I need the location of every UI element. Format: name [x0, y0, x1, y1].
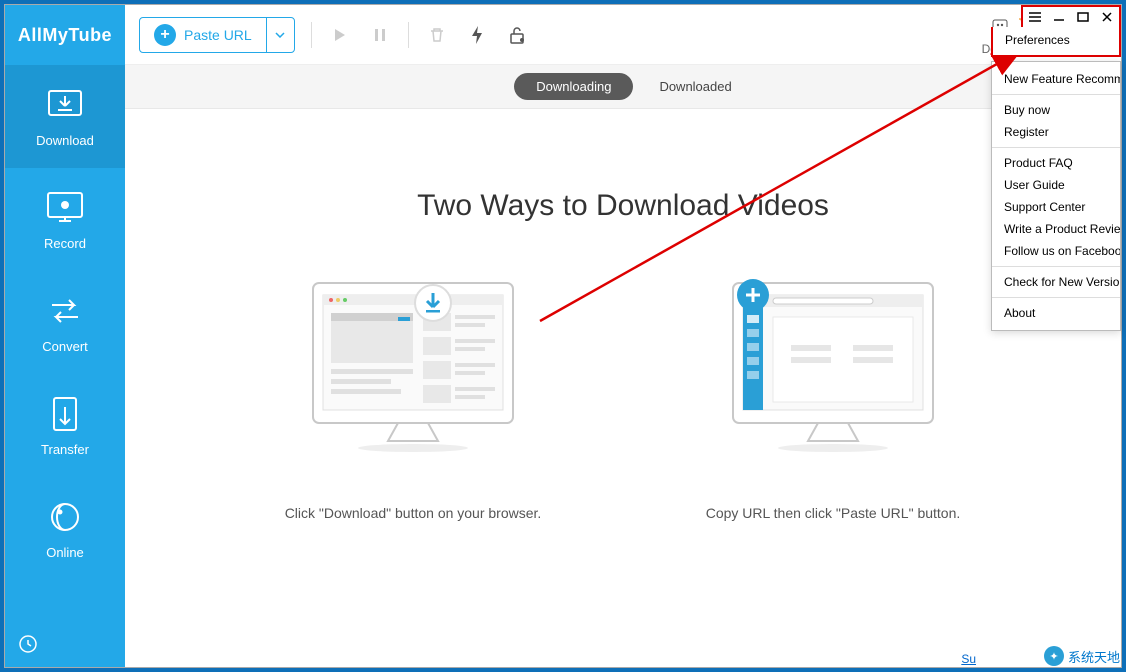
menu-item-preferences[interactable]: Preferences — [991, 27, 1121, 57]
menu-separator — [992, 297, 1120, 298]
minimize-button[interactable] — [1051, 9, 1067, 25]
sidebar-item-label: Convert — [42, 339, 88, 354]
illustration-paste — [703, 273, 963, 473]
headline: Two Ways to Download Videos — [417, 189, 829, 223]
toolbar: + Paste URL — [125, 5, 1121, 65]
menu-item[interactable]: Buy now — [992, 99, 1120, 121]
sidebar-footer — [5, 621, 125, 667]
main-body: Two Ways to Download Videos — [125, 109, 1121, 667]
paste-url-dropdown[interactable] — [266, 18, 294, 52]
way-2-caption: Copy URL then click "Paste URL" button. — [706, 503, 961, 524]
menu-item[interactable]: Follow us on Facebook — [992, 240, 1120, 262]
way-1: Click "Download" button on your browser. — [263, 273, 563, 524]
menu-item[interactable]: About — [992, 302, 1120, 324]
window-controls-highlight — [1021, 5, 1121, 29]
menu-item[interactable]: Register — [992, 121, 1120, 143]
download-icon — [47, 87, 83, 123]
app-brand: AllMyTube — [5, 5, 125, 65]
tab-bar: Downloading Downloaded — [125, 65, 1121, 109]
online-icon — [47, 499, 83, 535]
convert-icon — [47, 293, 83, 329]
transfer-icon — [47, 396, 83, 432]
sidebar-item-label: Download — [36, 133, 94, 148]
pause-icon[interactable] — [368, 23, 392, 47]
menu-separator — [992, 266, 1120, 267]
menu-item[interactable]: New Feature Recommend — [992, 68, 1120, 90]
context-menu: New Feature Recommend Buy now Register P… — [991, 61, 1121, 331]
clock-icon[interactable] — [19, 635, 111, 653]
watermark-text: 系统天地 — [1068, 647, 1120, 666]
paste-url-button[interactable]: + Paste URL — [139, 17, 295, 53]
plus-icon: + — [154, 24, 176, 46]
sidebar-item-label: Transfer — [41, 442, 89, 457]
menu-item[interactable]: Support Center — [992, 196, 1120, 218]
content-area: + Paste URL — [125, 5, 1121, 667]
tab-downloading[interactable]: Downloading — [514, 73, 633, 100]
way-2: Copy URL then click "Paste URL" button. — [683, 273, 983, 524]
menu-item[interactable]: Check for New Version — [992, 271, 1120, 293]
sidebar-item-download[interactable]: Download — [5, 65, 125, 168]
menu-item[interactable]: Product FAQ — [992, 152, 1120, 174]
tab-downloaded[interactable]: Downloaded — [659, 79, 731, 94]
su-link: Su — [961, 652, 976, 666]
hamburger-icon[interactable] — [1027, 9, 1043, 25]
sidebar-item-record[interactable]: Record — [5, 168, 125, 271]
sidebar: AllMyTube Download Record Convert — [5, 5, 125, 667]
play-icon[interactable] — [328, 23, 352, 47]
record-icon — [47, 190, 83, 226]
sidebar-item-online[interactable]: Online — [5, 477, 125, 580]
divider — [311, 22, 312, 48]
sidebar-item-convert[interactable]: Convert — [5, 271, 125, 374]
divider — [408, 22, 409, 48]
maximize-button[interactable] — [1075, 9, 1091, 25]
paste-url-label: Paste URL — [184, 27, 252, 43]
trash-icon[interactable] — [425, 23, 449, 47]
menu-separator — [992, 147, 1120, 148]
globe-icon: ✦ — [1044, 646, 1064, 666]
sidebar-item-label: Online — [46, 545, 84, 560]
lock-icon[interactable] — [505, 23, 529, 47]
watermark: ✦ 系统天地 — [1044, 646, 1120, 666]
sidebar-item-label: Record — [44, 236, 86, 251]
menu-separator — [992, 94, 1120, 95]
close-button[interactable] — [1099, 9, 1115, 25]
lightning-icon[interactable] — [465, 23, 489, 47]
way-1-caption: Click "Download" button on your browser. — [285, 503, 542, 524]
sidebar-item-transfer[interactable]: Transfer — [5, 374, 125, 477]
menu-item[interactable]: User Guide — [992, 174, 1120, 196]
illustration-download — [283, 273, 543, 473]
menu-item[interactable]: Write a Product Review — [992, 218, 1120, 240]
